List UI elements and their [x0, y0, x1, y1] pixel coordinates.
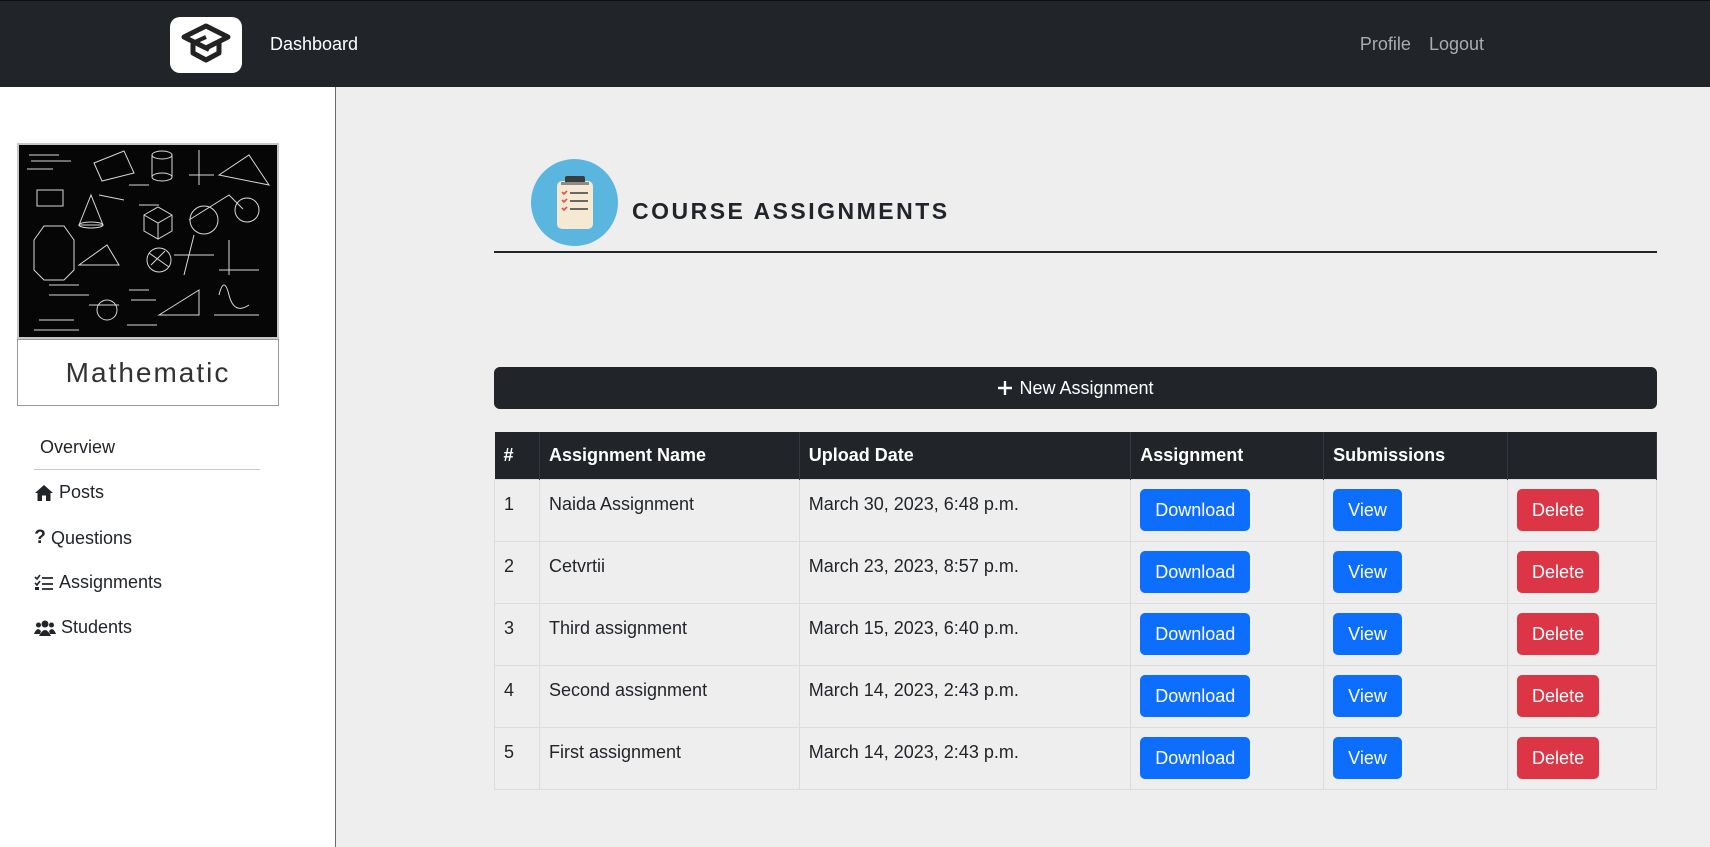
- delete-button[interactable]: Delete: [1517, 551, 1600, 593]
- house-icon: [35, 484, 53, 501]
- page-title: COURSE ASSIGNMENTS: [632, 198, 950, 224]
- actions-cell: Delete: [1507, 602, 1657, 666]
- col-header-name: Assignment Name: [539, 432, 800, 479]
- actions-cell: Delete: [1507, 664, 1657, 728]
- table-header-row: # Assignment Name Upload Date Assignment…: [494, 432, 1657, 479]
- delete-button[interactable]: Delete: [1517, 613, 1600, 655]
- actions-cell: Delete: [1507, 478, 1657, 542]
- course-name: Mathematic: [65, 356, 231, 388]
- download-button[interactable]: Download: [1140, 551, 1251, 593]
- assignments-table: # Assignment Name Upload Date Assignment…: [494, 432, 1657, 790]
- sidebar: Mathematic Overview Posts ? Questions As…: [0, 87, 336, 847]
- download-button[interactable]: Download: [1140, 675, 1251, 717]
- sidebar-item-students[interactable]: Students: [34, 617, 132, 638]
- assignment-cell: Download: [1130, 540, 1325, 604]
- delete-button[interactable]: Delete: [1517, 737, 1600, 779]
- upload-date: March 14, 2023, 2:43 p.m.: [798, 726, 1132, 790]
- new-assignment-label: New Assignment: [1019, 377, 1154, 398]
- nav-profile-link[interactable]: Profile: [1360, 34, 1411, 55]
- table-row: 4 Second assignment March 14, 2023, 2:43…: [494, 664, 1657, 728]
- upload-date: March 23, 2023, 8:57 p.m.: [798, 540, 1132, 604]
- sidebar-item-label: Posts: [59, 482, 105, 502]
- row-number: 5: [494, 726, 540, 790]
- sidebar-item-label: Assignments: [59, 572, 163, 592]
- view-button[interactable]: View: [1333, 551, 1402, 593]
- question-mark-icon: ?: [34, 527, 46, 548]
- assignment-cell: Download: [1130, 726, 1325, 790]
- plus-icon: [998, 381, 1013, 395]
- nav-dashboard-link[interactable]: Dashboard: [270, 34, 358, 55]
- nav-user-links: Profile Logout: [1360, 34, 1484, 55]
- download-button[interactable]: Download: [1140, 613, 1251, 655]
- col-header-assignment: Assignment: [1130, 432, 1325, 479]
- course-cover-image: [17, 143, 279, 339]
- table-row: 5 First assignment March 14, 2023, 2:43 …: [494, 726, 1657, 790]
- view-button[interactable]: View: [1333, 489, 1402, 531]
- sidebar-item-questions[interactable]: ? Questions: [34, 527, 132, 549]
- assignment-cell: Download: [1130, 664, 1325, 728]
- sidebar-item-assignments[interactable]: Assignments: [34, 572, 162, 593]
- table-row: 1 Naida Assignment March 30, 2023, 6:48 …: [494, 478, 1657, 542]
- actions-cell: Delete: [1507, 540, 1657, 604]
- delete-button[interactable]: Delete: [1517, 489, 1600, 531]
- sidebar-item-label: Students: [61, 617, 133, 637]
- assignment-name: Naida Assignment: [538, 478, 800, 542]
- submissions-cell: View: [1323, 602, 1509, 666]
- assignment-cell: Download: [1130, 602, 1325, 666]
- row-number: 4: [494, 664, 540, 728]
- delete-button[interactable]: Delete: [1517, 675, 1600, 717]
- users-icon: [34, 620, 56, 636]
- submissions-cell: View: [1323, 726, 1509, 790]
- nav-logout-link[interactable]: Logout: [1429, 34, 1484, 55]
- graduation-cap-logo-icon: [181, 23, 231, 63]
- table-row: 2 Cetvrtii March 23, 2023, 8:57 p.m. Dow…: [494, 540, 1657, 604]
- sidebar-item-label: Questions: [51, 527, 133, 548]
- row-number: 1: [494, 478, 540, 542]
- course-name-box: Mathematic: [17, 339, 279, 406]
- view-button[interactable]: View: [1333, 675, 1402, 717]
- clipboard-icon: [556, 175, 593, 229]
- assignment-name: Cetvrtii: [538, 540, 800, 604]
- sidebar-divider: [34, 469, 260, 470]
- site-logo[interactable]: [170, 17, 242, 73]
- assignment-name: First assignment: [538, 726, 800, 790]
- upload-date: March 30, 2023, 6:48 p.m.: [798, 478, 1132, 542]
- view-button[interactable]: View: [1333, 613, 1402, 655]
- view-button[interactable]: View: [1333, 737, 1402, 779]
- col-header-number: #: [494, 432, 540, 479]
- new-assignment-button[interactable]: New Assignment: [494, 367, 1657, 409]
- row-number: 2: [494, 540, 540, 604]
- assignment-name: Third assignment: [538, 602, 800, 666]
- sidebar-overview-link[interactable]: Overview: [40, 437, 115, 458]
- submissions-cell: View: [1323, 478, 1509, 542]
- col-header-submissions: Submissions: [1323, 432, 1509, 479]
- top-navbar: Dashboard Profile Logout: [0, 0, 1710, 87]
- title-divider: [494, 251, 1657, 253]
- checklist-icon: [34, 574, 53, 590]
- assignment-cell: Download: [1130, 478, 1325, 542]
- download-button[interactable]: Download: [1140, 489, 1251, 531]
- upload-date: March 15, 2023, 6:40 p.m.: [798, 602, 1132, 666]
- col-header-date: Upload Date: [799, 432, 1132, 479]
- row-number: 3: [494, 602, 540, 666]
- chalkboard-math-image: [19, 145, 277, 337]
- submissions-cell: View: [1323, 540, 1509, 604]
- download-button[interactable]: Download: [1140, 737, 1251, 779]
- upload-date: March 14, 2023, 2:43 p.m.: [798, 664, 1132, 728]
- col-header-actions: [1507, 432, 1657, 479]
- clipboard-circle: [531, 159, 618, 246]
- sidebar-item-posts[interactable]: Posts: [34, 482, 104, 503]
- submissions-cell: View: [1323, 664, 1509, 728]
- table-row: 3 Third assignment March 15, 2023, 6:40 …: [494, 602, 1657, 666]
- assignment-name: Second assignment: [538, 664, 800, 728]
- actions-cell: Delete: [1507, 726, 1657, 790]
